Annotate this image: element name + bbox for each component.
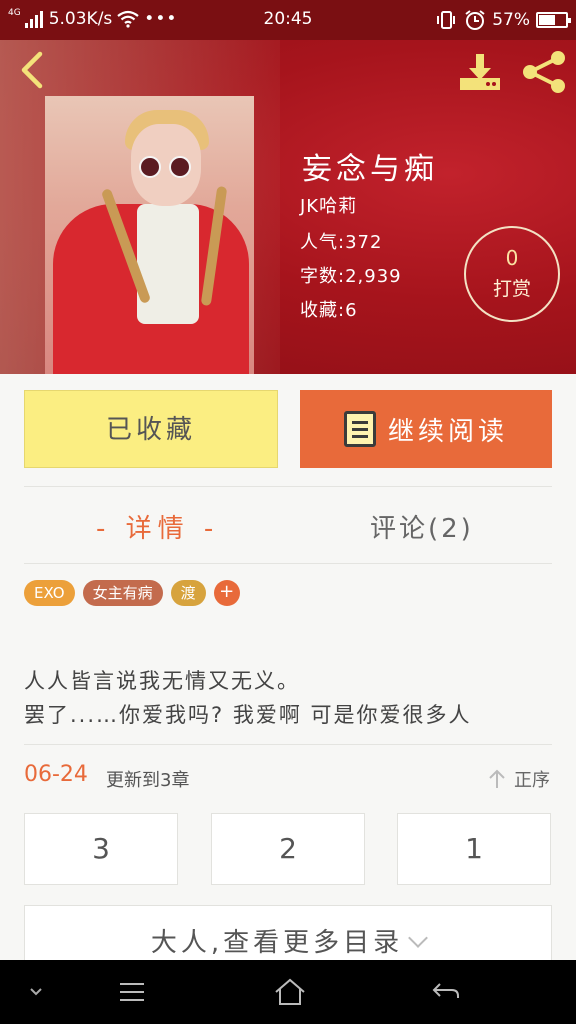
home-icon (275, 978, 305, 1005)
book-word-count: 字数:2,939 (300, 266, 402, 287)
sort-order-label: 正序 (514, 770, 550, 791)
tab-comments[interactable]: 评论(2) (370, 508, 474, 545)
chevron-left-icon (21, 51, 43, 89)
continue-reading-button[interactable]: 继续阅读 (300, 390, 552, 468)
vibrate-icon (437, 11, 456, 29)
update-date: 06-24 (24, 762, 88, 787)
collapse-button[interactable] (14, 974, 58, 1010)
tab-bar: - 详情 - 评论(2) (0, 498, 576, 554)
tag-list: EXO 女主有病 渡 + (24, 580, 240, 606)
clock: 20:45 (263, 9, 313, 29)
arrow-up-icon (489, 769, 505, 788)
status-bar: 4G 5.03K/s ••• 20:45 57% (0, 0, 576, 40)
sort-order-button[interactable]: 正序 (488, 766, 550, 792)
share-button[interactable] (520, 50, 568, 94)
more-catalog-button[interactable]: 大人,查看更多目录 (24, 905, 552, 965)
continue-reading-label: 继续阅读 (387, 416, 508, 447)
add-tag-button[interactable]: + (213, 580, 240, 606)
book-icon (343, 411, 376, 447)
chapter-button[interactable]: 2 (211, 813, 365, 885)
book-cover-image (45, 96, 254, 374)
collected-button[interactable]: 已收藏 (24, 390, 278, 468)
tip-count: 0 (505, 246, 519, 270)
divider (24, 486, 552, 487)
book-popularity: 人气:372 (300, 232, 383, 253)
book-author[interactable]: JK哈莉 (300, 192, 357, 218)
chevron-down-icon (408, 928, 429, 948)
book-description: 人人皆言说我无情又无义。 罢了...…你爱我吗? 我爱啊 可是你爱很多人 (24, 664, 472, 732)
home-button[interactable] (268, 974, 312, 1010)
book-title: 妄念与痴 (302, 152, 438, 187)
collapse-icon (30, 988, 42, 996)
tip-button[interactable]: 0 打赏 (464, 226, 560, 322)
book-favorites: 收藏:6 (300, 300, 358, 321)
description-line: 罢了...…你爱我吗? 我爱啊 可是你爱很多人 (24, 703, 472, 727)
download-icon (460, 54, 500, 90)
status-right: 57% (434, 9, 571, 31)
tab-detail[interactable]: - 详情 - (96, 508, 219, 545)
battery-percent: 57% (492, 10, 530, 30)
back-icon (432, 983, 459, 998)
system-nav-bar (0, 960, 576, 1024)
back-button[interactable] (14, 50, 50, 90)
alarm-icon (465, 10, 485, 30)
tag-item[interactable]: 女主有病 (82, 580, 163, 606)
tag-item[interactable]: 渡 (170, 580, 206, 606)
share-icon (523, 51, 565, 93)
more-catalog-label: 大人,查看更多目录 (150, 928, 404, 958)
book-header: 妄念与痴 JK哈莉 人气:372 字数:2,939 收藏:6 0 打赏 (0, 40, 576, 374)
download-button[interactable] (456, 52, 504, 92)
update-row: 06-24 更新到3章 正序 (24, 762, 552, 792)
update-text: 更新到3章 (106, 770, 190, 791)
battery-icon (536, 12, 571, 28)
divider (24, 563, 552, 564)
divider (24, 744, 552, 745)
tip-label: 打赏 (492, 278, 531, 300)
chapter-button[interactable]: 3 (24, 813, 178, 885)
back-nav-button[interactable] (424, 974, 468, 1010)
tag-item[interactable]: EXO (24, 580, 75, 606)
menu-button[interactable] (110, 974, 154, 1010)
chapter-button[interactable]: 1 (397, 813, 551, 885)
menu-icon (120, 983, 144, 1001)
description-line: 人人皆言说我无情又无义。 (24, 669, 300, 693)
